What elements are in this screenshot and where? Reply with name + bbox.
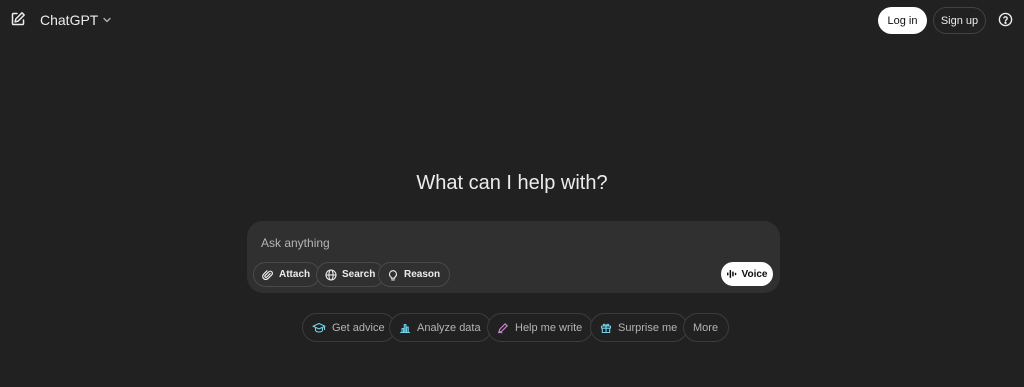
edit-icon <box>11 12 25 26</box>
reason-button[interactable]: Reason <box>378 262 451 287</box>
top-bar: ChatGPT Log in Sign up <box>0 0 1024 40</box>
reason-label: Reason <box>404 269 441 280</box>
suggestion-help-me-write[interactable]: Help me write <box>487 313 594 342</box>
chat-app: ChatGPT Log in Sign up What can I help w… <box>0 0 1024 387</box>
suggestion-get-advice[interactable]: Get advice <box>302 313 396 342</box>
chevron-down-icon <box>102 15 112 25</box>
graduation-cap-icon <box>312 322 326 334</box>
suggestion-label: Help me write <box>515 321 583 334</box>
lightbulb-icon <box>387 269 399 281</box>
signup-button[interactable]: Sign up <box>933 7 986 34</box>
suggestion-label: Surprise me <box>618 321 678 334</box>
search-label: Search <box>342 269 376 280</box>
paperclip-icon <box>262 269 274 281</box>
voice-wave-icon <box>726 269 738 279</box>
page-title: What can I help with? <box>416 172 608 194</box>
help-icon <box>998 12 1013 27</box>
suggestion-surprise-me[interactable]: Surprise me <box>590 313 689 342</box>
suggestion-label: Get advice <box>332 321 385 334</box>
suggestion-analyze-data[interactable]: Analyze data <box>389 313 492 342</box>
suggestion-label: Analyze data <box>417 321 481 334</box>
prompt-input[interactable] <box>261 235 761 251</box>
bar-chart-icon <box>399 322 411 334</box>
pen-icon <box>497 322 509 334</box>
globe-icon <box>325 268 337 281</box>
model-label: ChatGPT <box>40 12 99 28</box>
gift-icon <box>600 322 612 334</box>
attach-label: Attach <box>279 269 311 280</box>
suggestion-label: More <box>693 321 719 334</box>
attach-button[interactable]: Attach <box>253 262 321 287</box>
model-selector[interactable]: ChatGPT <box>40 10 112 30</box>
login-button[interactable]: Log in <box>878 7 927 34</box>
help-button[interactable] <box>997 11 1014 28</box>
voice-label: Voice <box>741 268 768 280</box>
voice-button[interactable]: Voice <box>721 262 773 286</box>
new-chat-button[interactable] <box>8 9 28 29</box>
suggestion-more[interactable]: More <box>683 313 730 342</box>
search-button[interactable]: Search <box>316 262 386 287</box>
